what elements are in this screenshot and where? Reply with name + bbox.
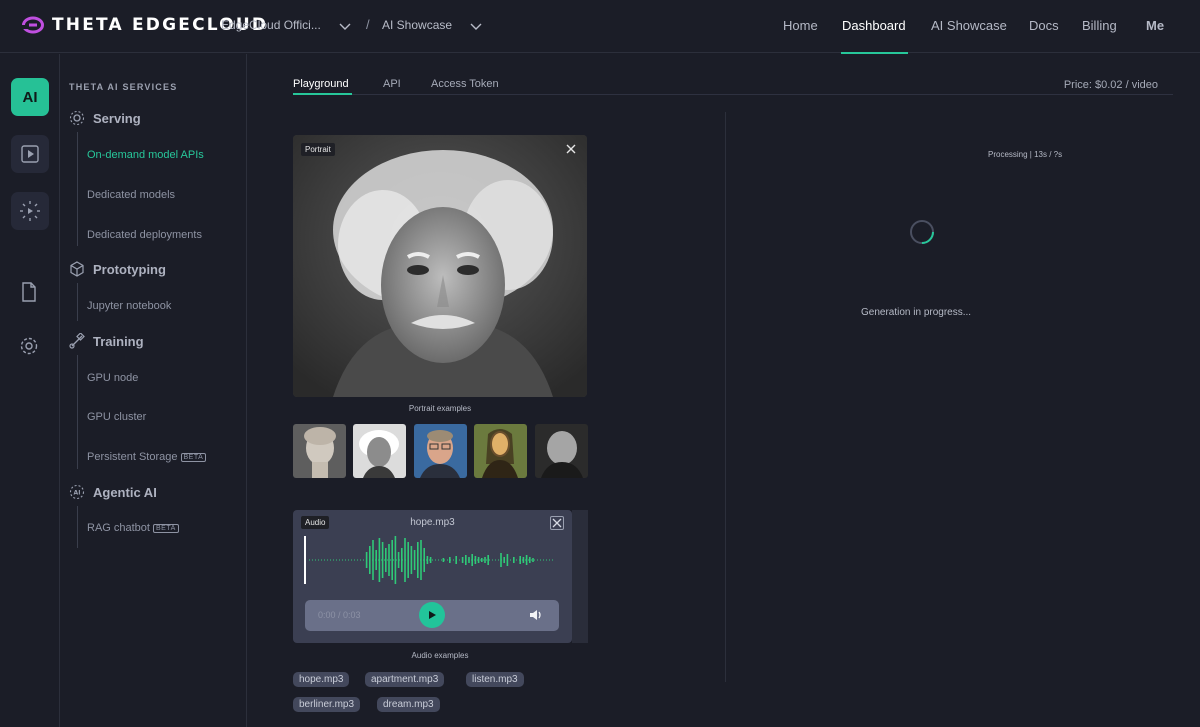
portrait-examples-caption: Portrait examples: [408, 404, 472, 413]
portrait-example-thumbnail[interactable]: [293, 424, 346, 478]
nav-me[interactable]: Me: [1146, 18, 1164, 33]
audio-upload[interactable]: Audio hope.mp3 0:00 / 0:03: [293, 510, 572, 643]
beta-badge: BETA: [152, 524, 179, 533]
playground-tabs: Playground API Access Token: [293, 78, 1173, 95]
sidebar-group-agentic-ai[interactable]: AI Agentic AI: [69, 484, 157, 500]
left-rail: AI: [0, 54, 60, 727]
audio-time: 0:00 / 0:03: [318, 610, 361, 620]
sidebar-item-jupyter-notebook[interactable]: Jupyter notebook: [87, 300, 171, 312]
price-label: Price: $0.02 / video: [1063, 79, 1158, 91]
sidebar-item-gpu-cluster[interactable]: GPU cluster: [87, 411, 146, 423]
close-icon: [552, 518, 562, 528]
rail-video-button[interactable]: [11, 135, 49, 173]
einstein-portrait-image: [353, 424, 406, 478]
close-icon[interactable]: [565, 143, 577, 155]
audio-example-chip[interactable]: apartment.mp3: [365, 672, 445, 687]
sidebar-group-serving[interactable]: Serving: [69, 110, 141, 126]
rail-ai-label: AI: [22, 88, 38, 106]
audio-examples-caption: Audio examples: [411, 651, 469, 660]
serving-icon: [69, 110, 85, 126]
audio-card-edge: [572, 510, 588, 643]
settings-gear-icon[interactable]: [18, 335, 40, 357]
tab-access-token[interactable]: Access Token: [431, 78, 499, 90]
theta-logo-icon: [22, 16, 44, 34]
cube-icon: [70, 261, 84, 277]
audio-example-chip[interactable]: listen.mp3: [466, 672, 524, 687]
sidebar-item-label: Persistent Storage: [87, 451, 178, 463]
nav-active-indicator: [841, 52, 908, 54]
tab-playground[interactable]: Playground: [293, 78, 349, 90]
portrait-example-thumbnail[interactable]: [535, 424, 588, 478]
loading-spinner-icon: [910, 220, 934, 244]
rail-ai-button[interactable]: AI: [11, 78, 49, 116]
audio-example-chip[interactable]: dream.mp3: [377, 697, 440, 712]
audio-example-chip[interactable]: berliner.mp3: [293, 697, 361, 712]
portrait-tag: Portrait: [301, 143, 335, 156]
sidebar-item-rag-chatbot[interactable]: RAG chatbot BETA: [87, 522, 179, 534]
statue-portrait-image: [293, 424, 346, 478]
chevron-down-icon[interactable]: [469, 19, 483, 33]
satellite-icon: [69, 333, 85, 349]
sidebar-item-label: RAG chatbot: [87, 522, 150, 534]
man-with-glasses-portrait-image: [414, 424, 467, 478]
org-selector[interactable]: EdgeCloud Offici...: [221, 18, 321, 32]
nav-dashboard[interactable]: Dashboard: [842, 18, 906, 33]
breadcrumb-separator: /: [366, 17, 370, 32]
top-bar: THETA EDGECLOUD EdgeCloud Offici... / AI…: [0, 0, 1200, 53]
sidebar-item-on-demand-model-apis[interactable]: On-demand model APIs: [87, 149, 204, 161]
section-selector[interactable]: AI Showcase: [382, 18, 452, 32]
svg-text:AI: AI: [74, 490, 81, 497]
sidebar-group-label: Training: [93, 333, 144, 349]
audio-close-button[interactable]: [550, 516, 564, 530]
mona-lisa-portrait-image: [474, 424, 527, 478]
sidebar-group-label: Prototyping: [93, 261, 166, 277]
play-icon: [429, 611, 436, 619]
sidebar-group-training[interactable]: Training: [69, 333, 144, 349]
portrait-upload[interactable]: Portrait: [293, 135, 587, 397]
audio-player[interactable]: 0:00 / 0:03: [305, 600, 559, 631]
sidebar-tree-line: [77, 506, 78, 548]
sidebar-group-prototyping[interactable]: Prototyping: [69, 261, 166, 277]
chevron-down-icon[interactable]: [338, 19, 352, 33]
churchill-portrait-image: [535, 424, 588, 478]
sidebar-item-dedicated-deployments[interactable]: Dedicated deployments: [87, 229, 202, 241]
generation-message: Generation in progress...: [861, 307, 972, 318]
tab-active-indicator: [293, 93, 352, 95]
processing-status: Processing | 13s / ?s: [988, 150, 1063, 159]
agentic-ai-icon: AI: [69, 484, 85, 500]
play-button[interactable]: [419, 602, 445, 628]
sidebar-heading: THETA AI SERVICES: [69, 82, 178, 92]
sidebar-group-label: Agentic AI: [93, 484, 157, 500]
rail-stream-button[interactable]: [11, 192, 49, 230]
tab-api[interactable]: API: [383, 78, 401, 90]
sidebar-tree-line: [77, 355, 78, 469]
portrait-example-thumbnail[interactable]: [474, 424, 527, 478]
nav-billing[interactable]: Billing: [1082, 18, 1117, 33]
services-sidebar: THETA AI SERVICES Serving On-demand mode…: [60, 54, 247, 727]
video-play-icon: [21, 145, 39, 163]
panel-divider: [725, 112, 726, 682]
audio-filename: hope.mp3: [410, 517, 455, 528]
sidebar-tree-line: [77, 132, 78, 246]
audio-waveform[interactable]: [303, 534, 563, 586]
sparkle-play-icon: [20, 201, 40, 221]
volume-icon[interactable]: [529, 608, 543, 622]
sidebar-item-gpu-node[interactable]: GPU node: [87, 372, 138, 384]
portrait-image: [293, 135, 587, 397]
sidebar-item-persistent-storage[interactable]: Persistent Storage BETA: [87, 451, 207, 463]
sidebar-item-dedicated-models[interactable]: Dedicated models: [87, 189, 175, 201]
nav-home[interactable]: Home: [783, 18, 818, 33]
audio-example-chip[interactable]: hope.mp3: [293, 672, 350, 687]
beta-badge: BETA: [180, 453, 207, 462]
nav-docs[interactable]: Docs: [1029, 18, 1059, 33]
sidebar-tree-line: [77, 283, 78, 321]
portrait-example-thumbnail[interactable]: [414, 424, 467, 478]
nav-ai-showcase[interactable]: AI Showcase: [931, 18, 1007, 33]
portrait-example-thumbnail[interactable]: [353, 424, 406, 478]
sidebar-group-label: Serving: [93, 110, 141, 126]
document-icon[interactable]: [18, 281, 40, 303]
